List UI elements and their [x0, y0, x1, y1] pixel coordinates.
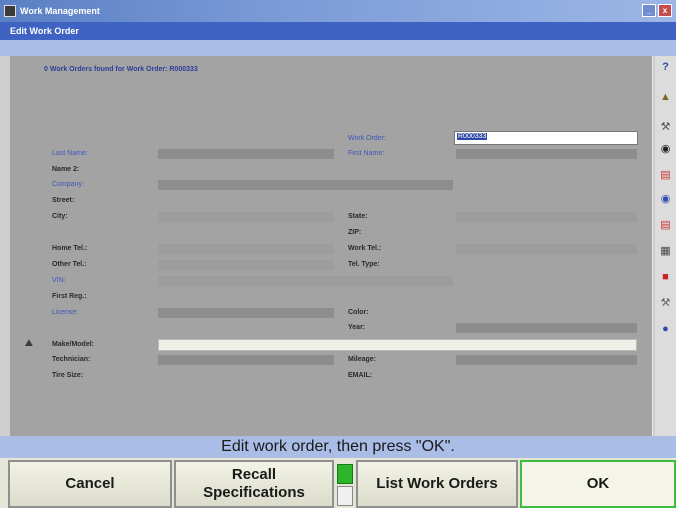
recall-specifications-button[interactable]: Recall Specifications	[174, 460, 334, 508]
state-field[interactable]	[456, 212, 637, 222]
car-icon[interactable]: ⛰	[20, 338, 38, 360]
ok-button[interactable]: OK	[520, 460, 676, 508]
printer-icon[interactable]: ▦	[658, 244, 673, 259]
company-field[interactable]	[158, 180, 453, 190]
work-order-label: Work Order:	[348, 135, 386, 142]
vin-label: VIN:	[52, 277, 66, 284]
close-button[interactable]: x	[658, 4, 672, 17]
first-name-field[interactable]	[456, 149, 637, 159]
home-tel-field[interactable]	[158, 244, 334, 254]
list-work-orders-button[interactable]: List Work Orders	[356, 460, 518, 508]
tel-type-label: Tel. Type:	[348, 261, 380, 268]
list-indicator-icon	[337, 464, 353, 506]
page-title: Edit Work Order	[0, 22, 676, 40]
cancel-label: Cancel	[65, 475, 115, 492]
work-tel-field[interactable]	[456, 244, 637, 254]
company-label: Company:	[52, 181, 84, 188]
zip-label: ZIP:	[348, 229, 362, 236]
last-name-field[interactable]	[158, 149, 334, 159]
help-icon[interactable]: ?	[658, 60, 673, 75]
city-label: City:	[52, 213, 68, 220]
name2-label: Name 2:	[52, 166, 80, 173]
year-label: Year:	[348, 324, 366, 331]
wheel-icon[interactable]: ◉	[658, 142, 673, 157]
toolbar-strip	[0, 40, 676, 56]
alignment-icon[interactable]: ▤	[658, 168, 673, 183]
other-tel-field[interactable]	[158, 260, 334, 270]
city-field[interactable]	[158, 212, 334, 222]
window-title: Work Management	[20, 6, 100, 16]
work-tel-label: Work Tel.:	[348, 245, 382, 252]
technician-field[interactable]	[158, 355, 334, 365]
color-label: Color:	[348, 309, 369, 316]
cancel-button[interactable]: Cancel	[8, 460, 172, 508]
last-name-label: Last Name:	[52, 150, 88, 157]
first-name-label: First Name:	[348, 150, 385, 157]
state-label: State:	[348, 213, 368, 220]
license-field[interactable]	[158, 308, 334, 318]
email-label: EMAIL:	[348, 372, 373, 379]
make-model-field[interactable]	[158, 339, 637, 351]
app-icon	[4, 5, 16, 17]
status-text: Edit work order, then press "OK".	[221, 438, 455, 455]
work-order-value: R000333	[457, 133, 488, 140]
street-label: Street:	[52, 197, 75, 204]
recall-label-line2: Specifications	[203, 484, 305, 501]
wrench-icon[interactable]: ⚒	[658, 296, 673, 311]
ok-label: OK	[586, 475, 610, 492]
side-toolbar: ? ▲ ⚒ ◉ ▤ ◉ ▤ ▦ ■ ⚒ ●	[655, 56, 676, 436]
list-label: List Work Orders	[376, 475, 498, 492]
tire-size-label: Tire Size:	[52, 372, 83, 379]
tools-icon[interactable]: ⚒	[658, 120, 673, 135]
mileage-field[interactable]	[456, 355, 637, 365]
car-lift-icon[interactable]: ▲	[658, 90, 673, 105]
sensor-icon[interactable]: ◉	[658, 192, 673, 207]
technician-label: Technician:	[52, 356, 91, 363]
globe-icon[interactable]: ●	[658, 322, 673, 337]
work-order-input[interactable]: R000333	[454, 131, 638, 145]
make-model-label: Make/Model:	[52, 341, 95, 348]
recall-label-line1: Recall	[231, 466, 277, 483]
database-icon[interactable]: ■	[658, 270, 673, 285]
first-reg-label: First Reg.:	[52, 293, 87, 300]
gauge-icon[interactable]: ▤	[658, 218, 673, 233]
vin-field[interactable]	[158, 276, 453, 286]
window-titlebar: Work Management _ x	[0, 0, 676, 22]
minimize-button[interactable]: _	[642, 4, 656, 17]
mileage-label: Mileage:	[348, 356, 377, 363]
other-tel-label: Other Tel.:	[52, 261, 87, 268]
license-label: License:	[52, 309, 79, 316]
home-tel-label: Home Tel.:	[52, 245, 88, 252]
year-field[interactable]	[456, 323, 637, 333]
found-message: 0 Work Orders found for Work Order: R000…	[44, 66, 198, 73]
